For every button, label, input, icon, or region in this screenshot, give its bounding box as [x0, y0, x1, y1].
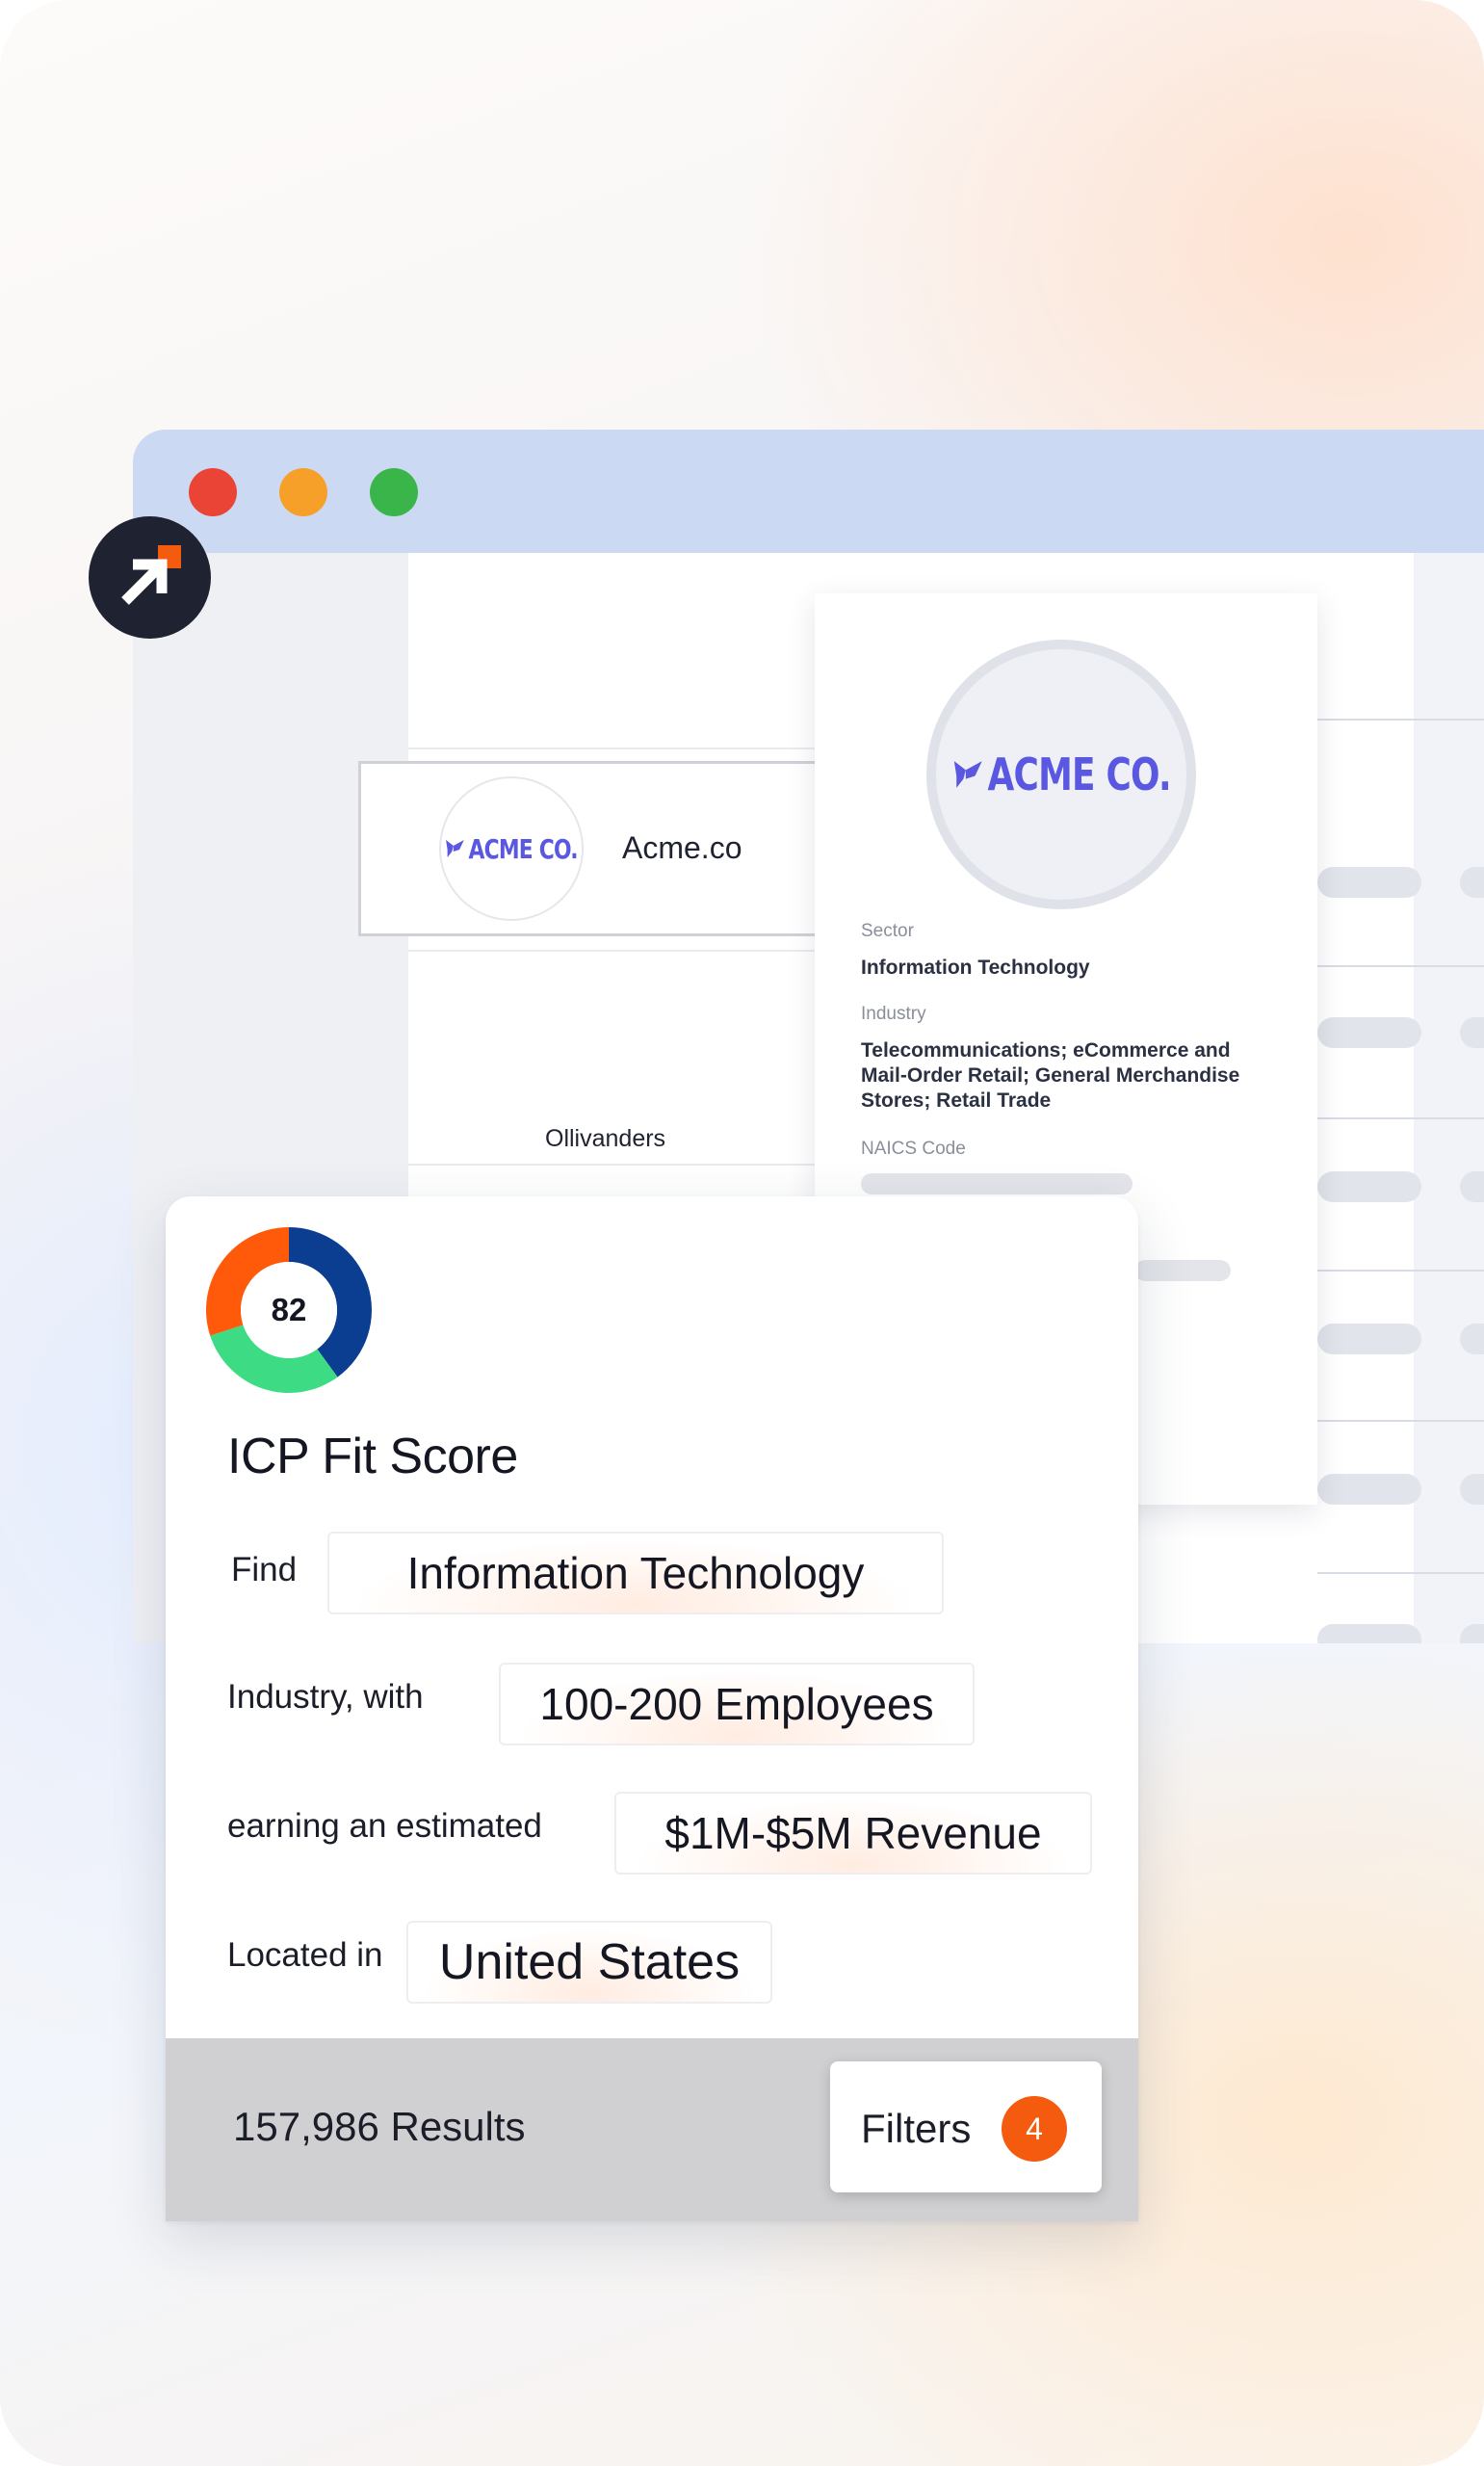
- filter-prefix-revenue: earning an estimated: [227, 1807, 542, 1845]
- window-titlebar: [133, 430, 1484, 553]
- cell-placeholder: [1317, 1017, 1421, 1048]
- row-divider: [1317, 719, 1484, 721]
- company-name[interactable]: Ollivanders: [545, 1125, 665, 1153]
- sector-label: Sector: [861, 921, 914, 941]
- sector-value: Information Technology: [861, 957, 1090, 979]
- employees-filter-chip[interactable]: 100-200 Employees: [499, 1663, 975, 1745]
- row-divider: [1317, 1572, 1484, 1574]
- icp-score-value: 82: [271, 1292, 307, 1327]
- results-footer: 157,986 Results Filters 4: [166, 2038, 1138, 2221]
- sector-filter-chip[interactable]: Information Technology: [327, 1532, 944, 1614]
- company-row-selected[interactable]: [358, 761, 859, 936]
- app-logo-icon[interactable]: [89, 516, 211, 639]
- filters-button[interactable]: Filters 4: [830, 2061, 1102, 2192]
- cell-placeholder: [1460, 1324, 1484, 1354]
- field-placeholder: [1134, 1260, 1231, 1281]
- cell-placeholder: [1460, 1017, 1484, 1048]
- results-count: 157,986 Results: [233, 2104, 526, 2149]
- company-avatar: ACME CO.: [439, 776, 584, 921]
- cell-placeholder: [1460, 1171, 1484, 1202]
- cell-placeholder: [1317, 1171, 1421, 1202]
- cell-placeholder: [1460, 867, 1484, 898]
- stage: ACME CO. Acme.co Ollivanders ACME CO. Se…: [0, 0, 1484, 2466]
- location-filter-chip[interactable]: United States: [406, 1921, 772, 2004]
- row-divider: [1317, 1270, 1484, 1272]
- acme-bird-icon: [446, 840, 465, 857]
- icp-fit-score-card: 82 ICP Fit Score Find Information Techno…: [166, 1196, 1138, 2221]
- naics-code-label: NAICS Code: [861, 1139, 966, 1159]
- cell-placeholder: [1317, 867, 1421, 898]
- filters-button-label: Filters: [861, 2106, 972, 2151]
- cell-placeholder: [1317, 1324, 1421, 1354]
- icp-title: ICP Fit Score: [227, 1429, 518, 1484]
- zoom-window-button[interactable]: [370, 468, 418, 516]
- revenue-filter-chip[interactable]: $1M-$5M Revenue: [614, 1792, 1092, 1875]
- industry-value: Telecommunications; eCommerce and Mail-O…: [861, 1039, 1240, 1112]
- filter-prefix-location: Located in: [227, 1936, 383, 1974]
- cell-placeholder: [1317, 1624, 1421, 1643]
- row-divider: [1317, 1420, 1484, 1422]
- cell-placeholder: [1460, 1474, 1484, 1505]
- row-divider: [1317, 1117, 1484, 1119]
- minimize-window-button[interactable]: [279, 468, 327, 516]
- close-window-button[interactable]: [189, 468, 237, 516]
- row-divider: [1317, 965, 1484, 967]
- acme-bird-icon: [953, 761, 982, 788]
- company-name[interactable]: Acme.co: [622, 830, 742, 866]
- filters-count-badge: 4: [1002, 2096, 1067, 2162]
- filter-prefix-industry: Industry, with: [227, 1678, 424, 1716]
- filter-prefix-find: Find: [231, 1551, 298, 1588]
- company-logo-large: ACME CO.: [926, 640, 1196, 909]
- naics-code-placeholder: [861, 1173, 1133, 1194]
- acme-logo: ACME CO.: [951, 748, 1172, 800]
- industry-label: Industry: [861, 1004, 926, 1024]
- acme-logo: ACME CO.: [445, 833, 579, 865]
- cell-placeholder: [1317, 1474, 1421, 1505]
